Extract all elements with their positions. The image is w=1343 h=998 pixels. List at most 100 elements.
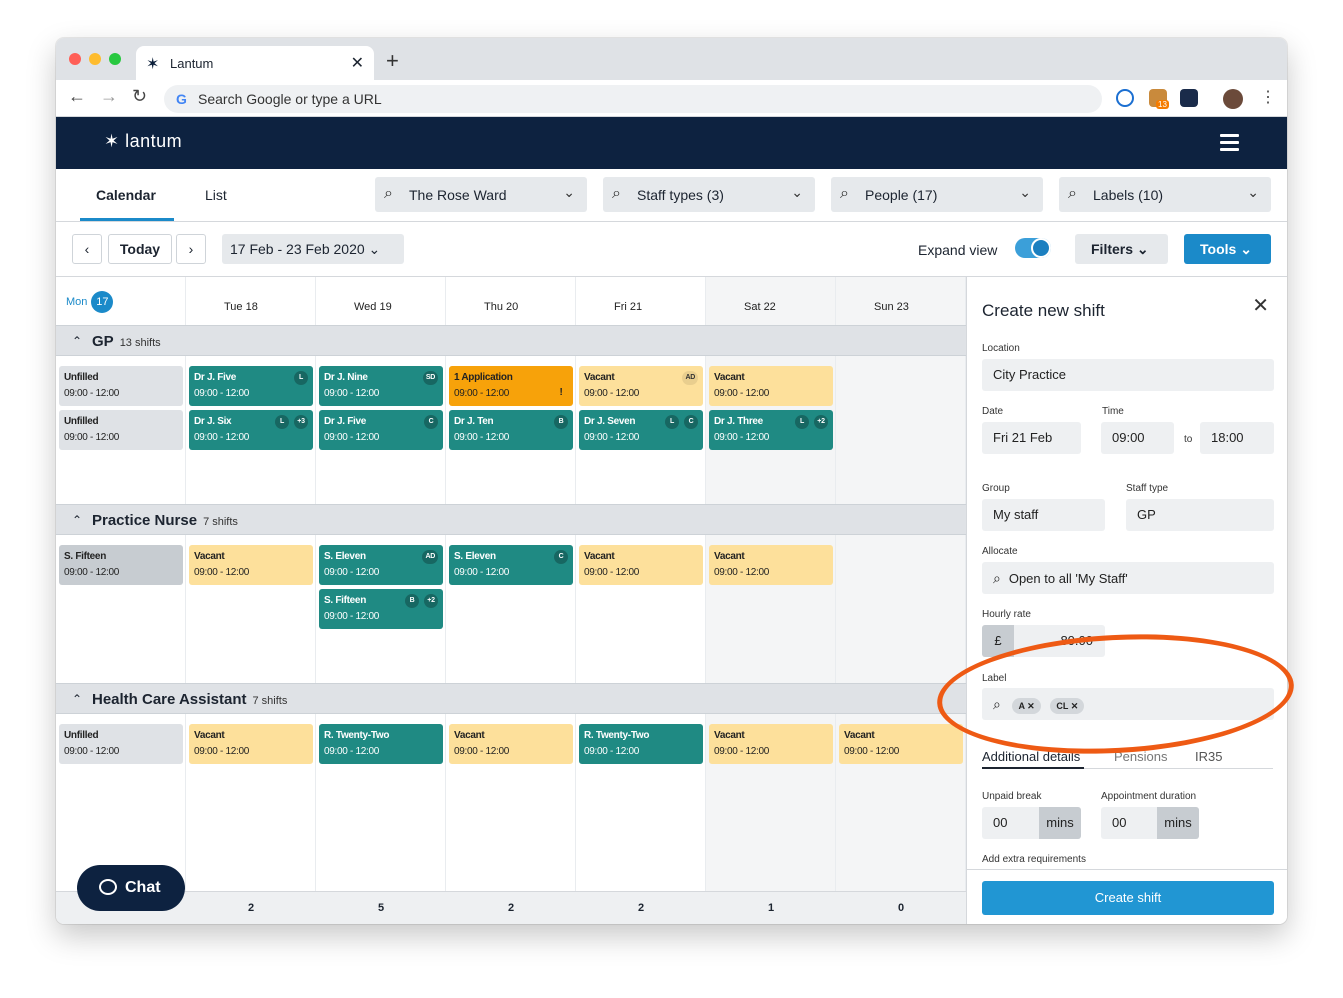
group-field[interactable]: My staff (982, 499, 1105, 531)
chat-button[interactable]: Chat (77, 865, 185, 911)
day-header[interactable]: Wed 19 (354, 301, 392, 313)
password-manager-icon[interactable] (1116, 89, 1134, 107)
collapse-chevron-icon[interactable]: ⌃ (72, 513, 82, 527)
allocate-field[interactable]: ⌕ Open to all 'My Staff' (982, 562, 1274, 594)
unpaid-break-value: 00 (993, 815, 1008, 830)
staff-types-dropdown[interactable]: ⌕ Staff types (3) ⌄ (603, 177, 815, 212)
unpaid-break-field[interactable]: 00 mins (982, 807, 1081, 839)
remove-chip-icon[interactable]: ✕ (1071, 701, 1079, 711)
people-dropdown[interactable]: ⌕ People (17) ⌄ (831, 177, 1043, 212)
time-to-field[interactable]: 18:00 (1200, 422, 1274, 454)
shift-card[interactable]: Dr J. Five 09:00 - 12:00 C (319, 410, 443, 450)
filters-button[interactable]: Filters ⌄ (1075, 234, 1168, 264)
tools-button[interactable]: Tools ⌄ (1184, 234, 1271, 264)
day-header[interactable]: Sun 23 (874, 301, 909, 313)
shift-card[interactable]: Vacant 09:00 - 12:00 (709, 545, 833, 585)
tab-ir35[interactable]: IR35 (1195, 749, 1222, 764)
date-range-dropdown[interactable]: 17 Feb - 23 Feb 2020 ⌄ (222, 234, 404, 264)
shift-card[interactable]: Vacant 09:00 - 12:00 (189, 545, 313, 585)
lantum-logo[interactable]: ✶ lantum (104, 131, 182, 152)
appointment-duration-field[interactable]: 00 mins (1101, 807, 1199, 839)
shift-card[interactable]: R. Twenty-Two 09:00 - 12:00 (319, 724, 443, 764)
shift-card[interactable]: Dr J. Six 09:00 - 12:00 +3 L (189, 410, 313, 450)
shift-card[interactable]: S. Fifteen 09:00 - 12:00 +2 B (319, 589, 443, 629)
shift-title: Dr J. Nine (324, 372, 368, 383)
prev-week-button[interactable]: ‹ (72, 234, 102, 264)
url-input[interactable]: G Search Google or type a URL (164, 85, 1102, 113)
group-header[interactable]: ⌃ GP 13 shifts (56, 325, 966, 356)
day-header[interactable]: Mon 17 (66, 291, 114, 313)
date-field[interactable]: Fri 21 Feb (982, 422, 1081, 454)
shift-card[interactable]: S. Fifteen 09:00 - 12:00 (59, 545, 183, 585)
create-shift-button[interactable]: Create shift (982, 881, 1274, 915)
shift-card[interactable]: 1 Application 09:00 - 12:00! (449, 366, 573, 406)
shift-card[interactable]: Unfilled 09:00 - 12:00 (59, 724, 183, 764)
back-icon[interactable]: ← (68, 86, 86, 107)
shift-title: Vacant (714, 551, 745, 562)
shift-card[interactable]: Vacant 09:00 - 12:00 AD (579, 366, 703, 406)
collapse-chevron-icon[interactable]: ⌃ (72, 334, 82, 348)
tab-pensions[interactable]: Pensions (1114, 749, 1167, 764)
location-field[interactable]: City Practice (982, 359, 1274, 391)
browser-tab[interactable]: ✶ Lantum ✕ (136, 46, 374, 80)
shift-card[interactable]: Vacant 09:00 - 12:00 (189, 724, 313, 764)
shift-card[interactable]: Vacant 09:00 - 12:00 (709, 724, 833, 764)
today-button[interactable]: Today (108, 234, 172, 264)
next-week-button[interactable]: › (176, 234, 206, 264)
shift-time: 09:00 - 12:00 (64, 388, 120, 399)
labels-dropdown[interactable]: ⌕ Labels (10) ⌄ (1059, 177, 1271, 212)
shift-card[interactable]: Vacant 09:00 - 12:00 (839, 724, 963, 764)
shift-card[interactable]: Dr J. Ten 09:00 - 12:00 B (449, 410, 573, 450)
shift-card[interactable]: Vacant 09:00 - 12:00 (449, 724, 573, 764)
tab-list[interactable]: List (205, 187, 227, 203)
label-chip[interactable]: CL ✕ (1050, 698, 1085, 714)
day-column (836, 277, 966, 891)
day-header[interactable]: Tue 18 (224, 301, 258, 313)
time-from-field[interactable]: 09:00 (1101, 422, 1174, 454)
shift-card[interactable]: S. Eleven 09:00 - 12:00 C (449, 545, 573, 585)
group-header[interactable]: ⌃ Practice Nurse 7 shifts (56, 504, 966, 535)
hourly-rate-field[interactable]: £ 80.00 (982, 625, 1105, 657)
shift-card[interactable]: R. Twenty-Two 09:00 - 12:00 (579, 724, 703, 764)
tab-additional-details[interactable]: Additional details (982, 749, 1080, 764)
shift-time: 09:00 - 12:00 (844, 746, 900, 757)
shift-card[interactable]: Unfilled 09:00 - 12:00 (59, 366, 183, 406)
shift-card[interactable]: S. Eleven 09:00 - 12:00 AD (319, 545, 443, 585)
close-tab-icon[interactable]: ✕ (351, 53, 364, 73)
new-tab-icon[interactable]: + (386, 48, 399, 74)
totals-row: 2 5 2 2 1 0 (56, 891, 966, 924)
tab-calendar[interactable]: Calendar (96, 187, 156, 203)
ward-dropdown[interactable]: ⌕ The Rose Ward ⌄ (375, 177, 587, 212)
label-input[interactable]: ⌕ A ✕ CL ✕ (982, 688, 1274, 720)
minimize-window-icon[interactable] (89, 53, 101, 65)
close-window-icon[interactable] (69, 53, 81, 65)
expand-view-label: Expand view (918, 242, 998, 258)
remove-chip-icon[interactable]: ✕ (1027, 701, 1035, 711)
forward-icon[interactable]: → (100, 86, 118, 107)
shift-card[interactable]: Vacant 09:00 - 12:00 (709, 366, 833, 406)
shift-card[interactable]: Unfilled 09:00 - 12:00 (59, 410, 183, 450)
shift-card[interactable]: Dr J. Five 09:00 - 12:00 L (189, 366, 313, 406)
browser-menu-icon[interactable]: ⋮ (1260, 87, 1276, 107)
shift-card[interactable]: Dr J. Three 09:00 - 12:00 +2 L (709, 410, 833, 450)
group-header[interactable]: ⌃ Health Care Assistant 7 shifts (56, 683, 966, 714)
collapse-chevron-icon[interactable]: ⌃ (72, 692, 82, 706)
shift-card[interactable]: Dr J. Seven 09:00 - 12:00 C L (579, 410, 703, 450)
shift-card[interactable]: Vacant 09:00 - 12:00 (579, 545, 703, 585)
close-icon[interactable]: ✕ (1252, 293, 1269, 318)
shift-tag: B (554, 415, 568, 429)
reload-icon[interactable]: ↻ (132, 86, 147, 107)
extra-requirements-label[interactable]: Add extra requirements (982, 854, 1086, 865)
react-devtools-icon[interactable] (1180, 89, 1198, 107)
day-header[interactable]: Sat 22 (744, 301, 776, 313)
maximize-window-icon[interactable] (109, 53, 121, 65)
staff-type-field[interactable]: GP (1126, 499, 1274, 531)
profile-avatar[interactable] (1223, 89, 1243, 109)
day-header[interactable]: Fri 21 (614, 301, 642, 313)
shift-card[interactable]: Dr J. Nine 09:00 - 12:00 SD (319, 366, 443, 406)
day-header[interactable]: Thu 20 (484, 301, 518, 313)
app-header: ✶ lantum (56, 117, 1287, 169)
expand-view-toggle[interactable] (1015, 238, 1051, 258)
hamburger-menu-icon[interactable] (1220, 134, 1239, 155)
label-chip[interactable]: A ✕ (1012, 698, 1041, 714)
